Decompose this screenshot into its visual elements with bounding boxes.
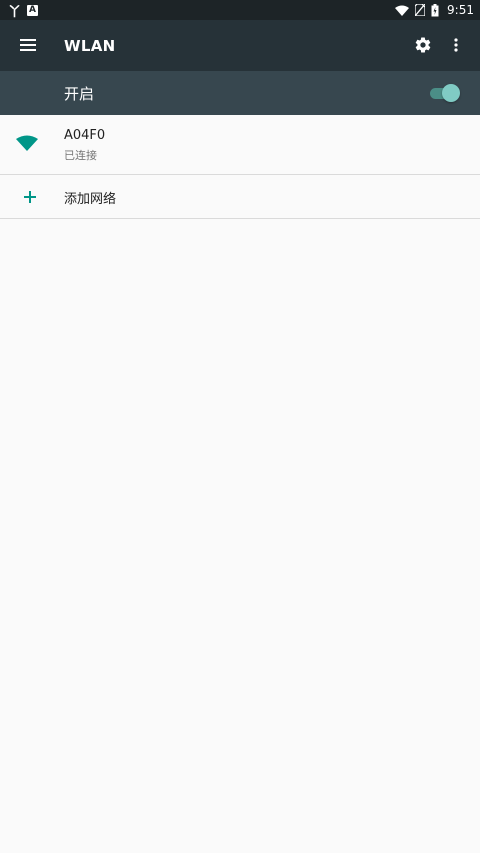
add-network-item[interactable]: 添加网络 — [0, 175, 480, 219]
no-sim-icon — [415, 4, 426, 16]
network-status: 已连接 — [64, 149, 97, 162]
status-bar: 丫 A 9:51 — [0, 0, 480, 20]
notification-app-icon: 丫 — [8, 4, 22, 20]
network-name: A04F0 — [64, 128, 106, 143]
status-bar-system-icons: 9:51 — [395, 3, 474, 17]
notification-a-icon: A — [27, 4, 39, 16]
network-item-a04f0[interactable]: A04F0 已连接 — [0, 115, 480, 175]
gear-icon — [415, 37, 431, 53]
wlan-switch-label: 开启 — [64, 84, 95, 103]
wlan-toggle-switch[interactable] — [430, 84, 460, 102]
settings-button[interactable] — [410, 32, 436, 58]
status-bar-time: 9:51 — [447, 3, 474, 17]
wlan-switch-bar[interactable]: 开启 — [0, 71, 480, 115]
status-bar-notifications: 丫 A — [8, 1, 39, 20]
add-network-label: 添加网络 — [64, 191, 117, 207]
page-title: WLAN — [64, 36, 116, 55]
more-vert-icon — [454, 38, 458, 52]
plus-icon — [24, 191, 36, 203]
menu-button[interactable] — [13, 33, 43, 57]
toggle-thumb — [442, 84, 460, 102]
toolbar: WLAN — [0, 20, 480, 71]
network-list: A04F0 已连接 添加网络 — [0, 115, 480, 219]
wifi-signal-icon — [395, 5, 410, 16]
wifi-icon — [16, 135, 38, 151]
battery-icon — [431, 3, 439, 16]
more-options-button[interactable] — [446, 32, 466, 58]
menu-icon — [20, 39, 36, 51]
